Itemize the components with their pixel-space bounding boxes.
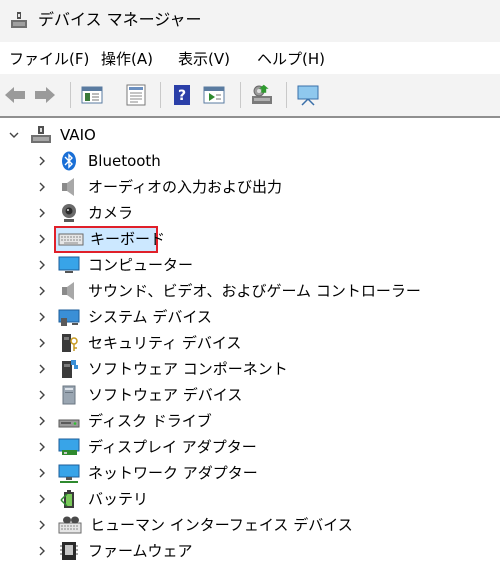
svg-text:?: ? — [178, 88, 186, 104]
back-button[interactable] — [3, 83, 27, 107]
tree-item-label: システム デバイス — [88, 308, 212, 326]
tree-item[interactable]: カメラ — [0, 200, 500, 226]
device-manager-icon — [11, 12, 27, 28]
tree-item-label: ディスク ドライブ — [88, 412, 212, 430]
toolbar-separator — [286, 82, 287, 108]
forward-icon — [35, 87, 55, 103]
tree-root[interactable]: VAIO — [0, 122, 500, 148]
chevron-right-icon[interactable] — [36, 155, 48, 167]
tree-item-label: Bluetooth — [88, 152, 161, 170]
tree-item[interactable]: ソフトウェア デバイス — [0, 382, 500, 408]
chevron-right-icon[interactable] — [36, 311, 48, 323]
tree-item[interactable]: ディスプレイ アダプター — [0, 434, 500, 460]
scan-hardware-button[interactable] — [250, 83, 274, 107]
chevron-right-icon[interactable] — [36, 441, 48, 453]
tree-item[interactable]: ネットワーク アダプター — [0, 460, 500, 486]
network-adapter-icon — [58, 464, 80, 483]
chevron-right-icon[interactable] — [36, 363, 48, 375]
keyboard-icon — [58, 233, 84, 246]
tree-item[interactable]: システム デバイス — [0, 304, 500, 330]
tree-item-label: キーボード — [90, 230, 166, 248]
tree-item[interactable]: サウンド、ビデオ、およびゲーム コントローラー — [0, 278, 500, 304]
tree-item-label: ソフトウェア コンポーネント — [88, 360, 288, 378]
toolbar: ? — [0, 74, 500, 118]
battery-icon — [60, 490, 74, 508]
tree-item[interactable]: バッテリ — [0, 486, 500, 512]
tree-item-label: コンピューター — [88, 256, 194, 274]
monitor-icon — [297, 85, 319, 106]
chevron-right-icon[interactable] — [36, 259, 48, 271]
tree-item-label: セキュリティ デバイス — [88, 334, 242, 352]
update-driver-icon — [126, 84, 146, 106]
tree-item-label: カメラ — [88, 204, 134, 222]
toolbar-separator — [160, 82, 161, 108]
chevron-down-icon[interactable] — [8, 129, 20, 141]
security-device-icon — [62, 334, 78, 352]
run-icon — [203, 86, 225, 104]
title-bar: デバイス マネージャー — [0, 0, 500, 42]
menu-view[interactable]: 表示(V) — [178, 50, 230, 68]
computer-icon — [58, 256, 80, 273]
menu-help[interactable]: ヘルプ(H) — [257, 50, 325, 68]
chevron-right-icon[interactable] — [36, 181, 48, 193]
back-icon — [5, 87, 25, 103]
menu-file[interactable]: ファイル(F) — [9, 50, 89, 68]
software-component-icon — [62, 360, 78, 378]
tree-item-label: オーディオの入力および出力 — [88, 178, 282, 196]
camera-icon — [62, 204, 76, 222]
properties-button[interactable] — [80, 83, 104, 107]
menu-action[interactable]: 操作(A) — [101, 50, 153, 68]
chevron-right-icon[interactable] — [36, 233, 48, 245]
chevron-right-icon[interactable] — [36, 415, 48, 427]
help-icon: ? — [174, 85, 190, 105]
tree-item-label: ネットワーク アダプター — [88, 464, 258, 482]
device-tree: VAIO Bluetooth オーディオの入力および出力 カメラ キーボード コ… — [0, 118, 500, 566]
bluetooth-icon — [62, 151, 76, 171]
chevron-right-icon[interactable] — [36, 285, 48, 297]
tree-item[interactable]: ソフトウェア コンポーネント — [0, 356, 500, 382]
tree-item[interactable]: ディスク ドライブ — [0, 408, 500, 434]
run-button[interactable] — [202, 83, 226, 107]
tree-item-label: ファームウェア — [88, 542, 193, 560]
monitor-button[interactable] — [296, 83, 320, 107]
tree-item[interactable]: Bluetooth — [0, 148, 500, 174]
tree-item[interactable]: ファームウェア — [0, 538, 500, 564]
hid-icon — [58, 516, 82, 534]
chevron-right-icon[interactable] — [36, 519, 48, 531]
system-device-icon — [58, 309, 80, 326]
chevron-right-icon[interactable] — [36, 545, 48, 557]
chevron-right-icon[interactable] — [36, 337, 48, 349]
forward-button[interactable] — [33, 83, 57, 107]
disk-drive-icon — [58, 419, 80, 428]
firmware-icon — [60, 542, 78, 560]
tree-item[interactable]: ヒューマン インターフェイス デバイス — [0, 512, 500, 538]
toolbar-separator — [240, 82, 241, 108]
tree-item-label: バッテリ — [88, 490, 149, 508]
speaker-icon — [62, 178, 74, 196]
scan-hardware-icon — [252, 84, 272, 104]
tree-item[interactable]: オーディオの入力および出力 — [0, 174, 500, 200]
chevron-right-icon[interactable] — [36, 467, 48, 479]
properties-icon — [81, 86, 103, 104]
tree-item-label: サウンド、ビデオ、およびゲーム コントローラー — [88, 282, 421, 300]
software-device-icon — [62, 385, 76, 405]
tree-item-label: ディスプレイ アダプター — [88, 438, 257, 456]
help-button[interactable]: ? — [170, 83, 194, 107]
display-adapter-icon — [58, 438, 80, 455]
chevron-right-icon[interactable] — [36, 207, 48, 219]
tree-item-label: ソフトウェア デバイス — [88, 386, 243, 404]
tree-item-label: ヒューマン インターフェイス デバイス — [90, 516, 353, 534]
update-driver-button[interactable] — [124, 83, 148, 107]
tree-root-label: VAIO — [60, 126, 96, 144]
computer-root-icon — [31, 126, 51, 143]
tree-item-keyboard[interactable]: キーボード — [0, 226, 500, 252]
tree-item[interactable]: コンピューター — [0, 252, 500, 278]
window-title: デバイス マネージャー — [38, 10, 202, 29]
tree-item[interactable]: セキュリティ デバイス — [0, 330, 500, 356]
speaker-icon — [62, 282, 74, 300]
chevron-right-icon[interactable] — [36, 493, 48, 505]
toolbar-separator — [70, 82, 71, 108]
chevron-right-icon[interactable] — [36, 389, 48, 401]
menu-bar: ファイル(F) 操作(A) 表示(V) ヘルプ(H) — [0, 42, 500, 74]
